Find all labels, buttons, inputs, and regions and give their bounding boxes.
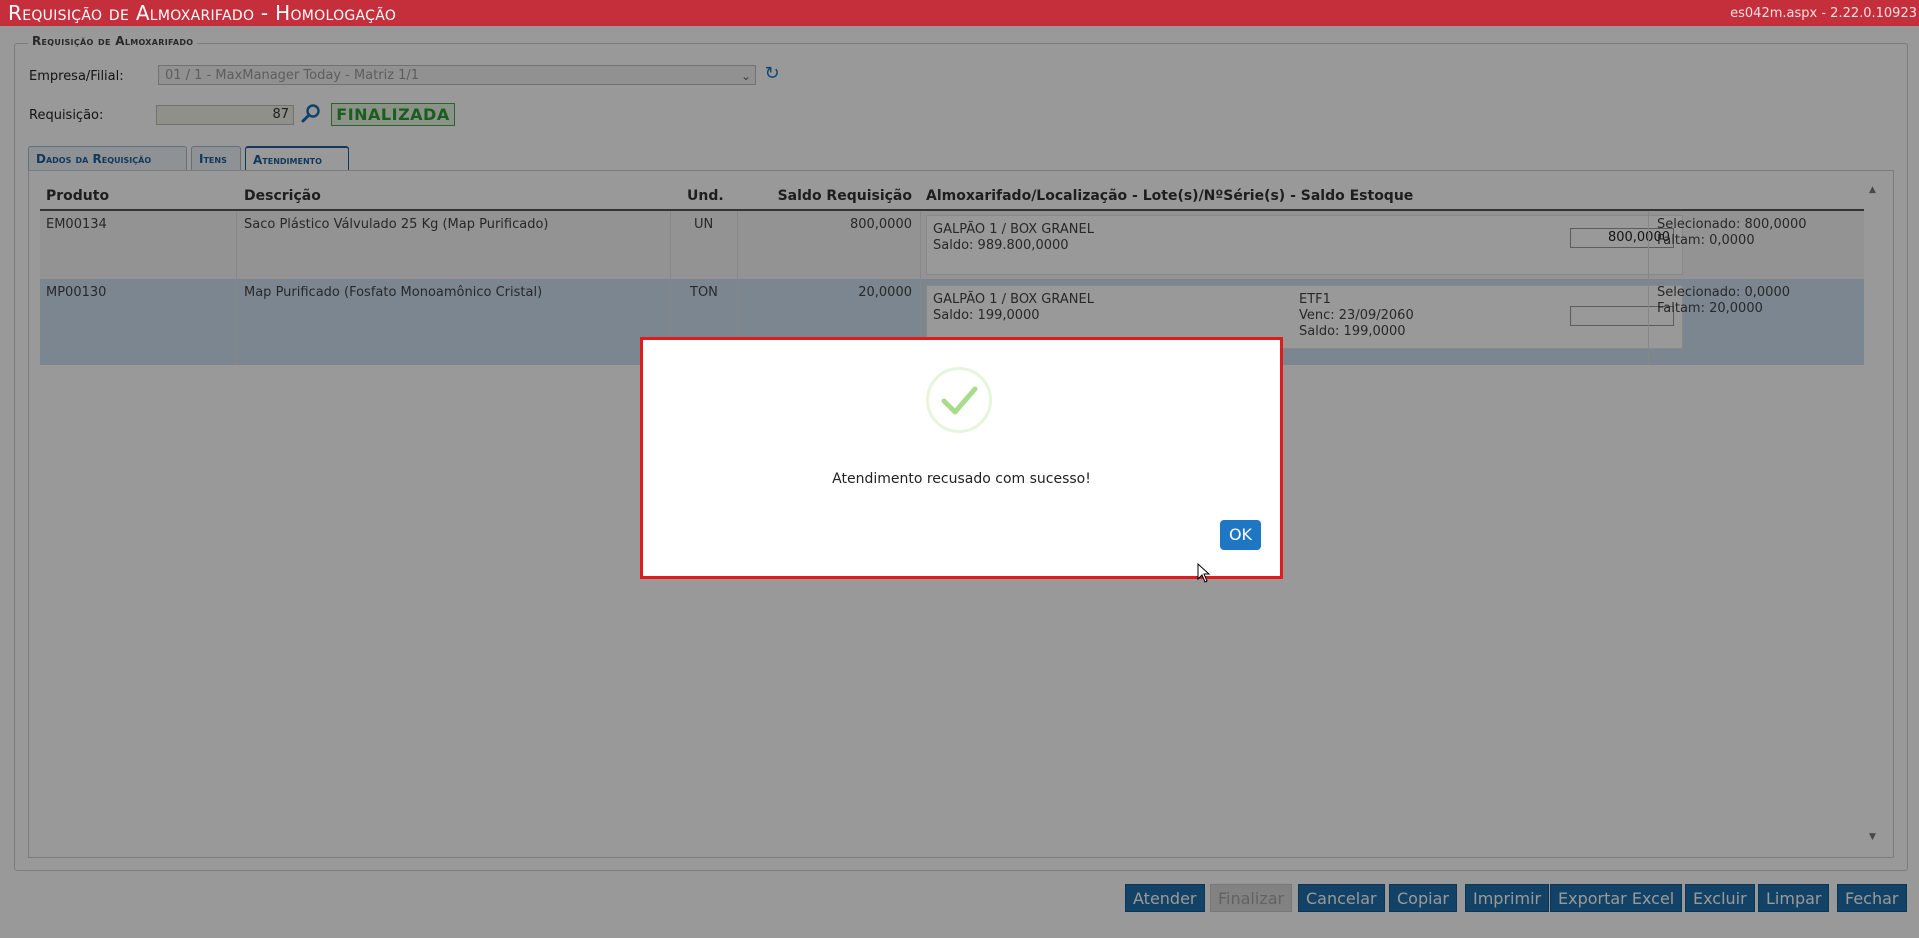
- success-dialog: Atendimento recusado com sucesso! OK: [640, 337, 1283, 579]
- version-label: es042m.aspx - 2.22.0.10923: [1730, 6, 1917, 21]
- success-circle: [926, 367, 992, 433]
- check-icon: [941, 386, 978, 415]
- mouse-cursor-icon: [1197, 563, 1211, 583]
- dialog-message: Atendimento recusado com sucesso!: [832, 471, 1091, 487]
- title-bar: Requisição de Almoxarifado - Homologação…: [0, 0, 1919, 26]
- page-title: Requisição de Almoxarifado - Homologação: [8, 1, 397, 25]
- ok-button[interactable]: OK: [1220, 520, 1261, 550]
